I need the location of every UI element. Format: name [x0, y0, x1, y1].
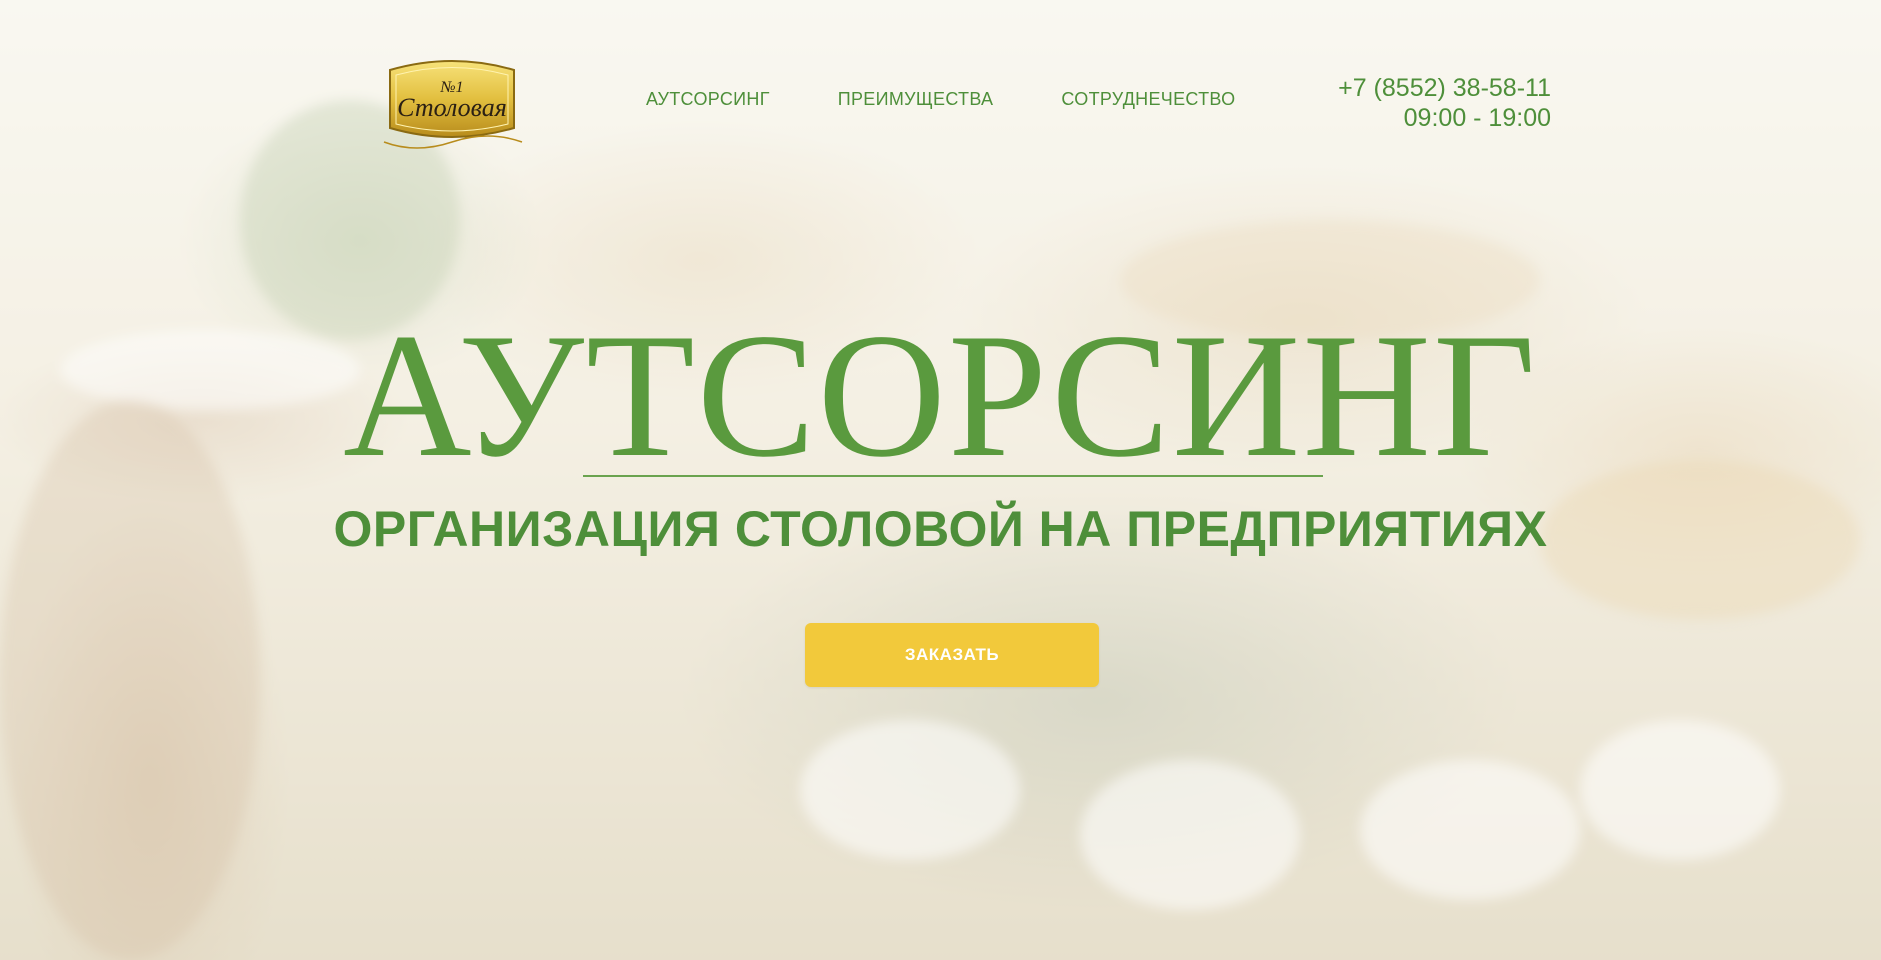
logo[interactable]: №1 Столовая [376, 56, 528, 154]
phone-number[interactable]: +7 (8552) 38-58-11 [1338, 73, 1551, 103]
landing-page: №1 Столовая АУТСОРСИНГ ПРЕИМУЩЕСТВА СОТР… [0, 0, 1881, 960]
hero-subtitle: ОРГАНИЗАЦИЯ СТОЛОВОЙ НА ПРЕДПРИЯТИЯХ [333, 501, 1548, 557]
logo-emblem: №1 Столовая [383, 60, 523, 149]
nav-item-cooperation[interactable]: СОТРУДНЕЧЕСТВО [1061, 89, 1235, 110]
order-button[interactable]: ЗАКАЗАТЬ [805, 623, 1099, 687]
working-hours: 09:00 - 19:00 [1403, 104, 1551, 132]
nav-item-outsourcing[interactable]: АУТСОРСИНГ [646, 89, 770, 110]
header-contacts: +7 (8552) 38-58-11 09:00 - 19:00 [1338, 73, 1551, 133]
hero-title: АУТСОРСИНГ [343, 296, 1538, 494]
logo-text: Столовая [397, 93, 507, 122]
nav-item-advantages[interactable]: ПРЕИМУЩЕСТВА [838, 89, 994, 110]
main-nav: АУТСОРСИНГ ПРЕИМУЩЕСТВА СОТРУДНЕЧЕСТВО [646, 89, 1303, 110]
hero-divider [583, 475, 1323, 477]
